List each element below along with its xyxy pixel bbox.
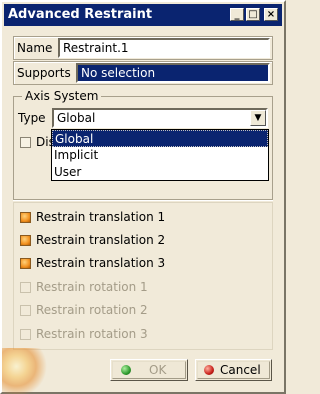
type-dropdown-list: Global Implicit User: [51, 129, 269, 181]
restrain-rotation-3-label: Restrain rotation 3: [36, 327, 148, 341]
cancel-icon: [204, 365, 214, 375]
restrain-rotation-2-checkbox[interactable]: [20, 305, 31, 316]
display-checkbox[interactable]: [20, 137, 31, 148]
supports-panel: Supports No selection: [13, 61, 273, 85]
catia-logo-icon: [2, 348, 50, 394]
title-bar[interactable]: Advanced Restraint _ □ ×: [4, 4, 282, 26]
chevron-down-icon[interactable]: ▼: [250, 110, 266, 126]
type-select-value: Global: [57, 111, 96, 125]
restrain-translation-3-label: Restrain translation 3: [36, 256, 166, 270]
separator: [13, 200, 273, 201]
supports-field[interactable]: No selection: [76, 63, 270, 83]
restrain-translation-2-label: Restrain translation 2: [36, 233, 166, 247]
restrain-rotation-1-checkbox[interactable]: [20, 282, 31, 293]
supports-label: Supports: [17, 66, 71, 80]
restrain-translation-1-checkbox[interactable]: [20, 212, 31, 223]
name-field[interactable]: Restraint.1: [58, 38, 270, 58]
minimize-button[interactable]: _: [230, 8, 244, 21]
restrain-translation-3-checkbox[interactable]: [20, 258, 31, 269]
restrain-translation-2-checkbox[interactable]: [20, 235, 31, 246]
cancel-button[interactable]: Cancel: [195, 359, 272, 381]
type-label: Type: [18, 111, 46, 125]
axis-system-legend: Axis System: [22, 89, 102, 103]
name-panel: Name Restraint.1: [13, 36, 273, 60]
dropdown-option-user[interactable]: User: [52, 164, 268, 181]
cancel-button-label: Cancel: [220, 363, 261, 377]
ok-icon: [121, 365, 131, 375]
close-button[interactable]: ×: [264, 8, 278, 21]
name-label: Name: [17, 41, 53, 55]
window-title: Advanced Restraint: [8, 7, 153, 22]
restrain-rotation-3-checkbox[interactable]: [20, 329, 31, 340]
dropdown-option-global[interactable]: Global: [52, 130, 268, 147]
maximize-button[interactable]: □: [246, 8, 260, 21]
restrain-translation-1-label: Restrain translation 1: [36, 210, 166, 224]
dropdown-option-implicit[interactable]: Implicit: [52, 147, 268, 164]
ok-button-label: OK: [149, 363, 167, 377]
restraints-group: Restrain translation 1 Restrain translat…: [13, 202, 273, 350]
advanced-restraint-dialog: Advanced Restraint _ □ × Name Restraint.…: [0, 0, 286, 394]
ok-button[interactable]: OK: [110, 359, 188, 381]
restrain-rotation-1-label: Restrain rotation 1: [36, 280, 148, 294]
type-select[interactable]: Global ▼: [52, 108, 268, 128]
restrain-rotation-2-label: Restrain rotation 2: [36, 303, 148, 317]
